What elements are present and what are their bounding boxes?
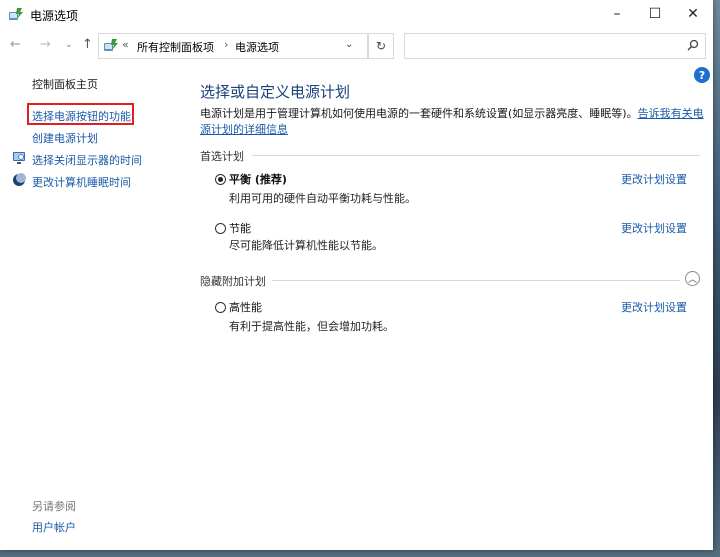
plan-high-performance-radio[interactable] <box>215 302 226 313</box>
preferred-plans-header: 首选计划 <box>200 150 244 163</box>
hidden-plans-header[interactable]: 隐藏附加计划 <box>200 273 266 289</box>
window-title: 电源选项 <box>30 9 79 23</box>
page-title: 选择或自定义电源计划 <box>200 83 351 101</box>
help-icon[interactable]: ? <box>694 67 710 83</box>
sidebar-item-power-button-function[interactable]: 选择电源按钮的功能 <box>32 108 131 124</box>
see-also-heading: 另请参阅 <box>32 500 76 513</box>
plan-power-saver-name[interactable]: 节能 <box>229 220 251 236</box>
recent-locations-button[interactable]: ⌄ <box>65 40 73 50</box>
back-button[interactable]: ← <box>10 37 21 52</box>
search-icon[interactable] <box>687 39 699 54</box>
plan-power-saver-desc: 尽可能降低计算机性能以节能。 <box>229 239 383 252</box>
hidden-divider <box>272 280 680 281</box>
content-area: 控制面板主页 选择电源按钮的功能 创建电源计划 选择关闭显示器的时间 更改计算机… <box>0 62 713 550</box>
plan-balanced-radio[interactable] <box>215 174 226 185</box>
minimize-button[interactable]: – <box>598 0 636 28</box>
power-options-window: 电源选项 – ☐ ✕ ← → ⌄ ↑ « 所有控制面板项 › 电源选项 ⌄ ↻ <box>0 0 713 550</box>
plan-high-performance-name[interactable]: 高性能 <box>229 299 262 315</box>
sidebar-item-sleep-time[interactable]: 更改计算机睡眠时间 <box>32 174 131 190</box>
monitor-icon <box>12 151 26 165</box>
forward-button[interactable]: → <box>40 37 51 52</box>
control-panel-icon <box>103 38 119 54</box>
breadcrumb-overflow[interactable]: « <box>122 38 129 51</box>
breadcrumb-all-control-panel-items[interactable]: 所有控制面板项 <box>137 39 214 55</box>
sidebar-item-display-off-time[interactable]: 选择关闭显示器的时间 <box>32 152 142 168</box>
navigation-bar: ← → ⌄ ↑ « 所有控制面板项 › 电源选项 ⌄ ↻ <box>0 30 713 60</box>
breadcrumb-separator-icon[interactable]: › <box>224 38 228 51</box>
refresh-button[interactable]: ↻ <box>368 33 394 59</box>
plan-power-saver-radio[interactable] <box>215 223 226 234</box>
plan-power-saver-settings-link[interactable]: 更改计划设置 <box>621 220 687 236</box>
plan-balanced-desc: 利用可用的硬件自动平衡功耗与性能。 <box>229 192 416 205</box>
chevron-down-icon[interactable]: ⌄ <box>345 39 353 50</box>
search-input[interactable] <box>404 33 706 59</box>
main-pane: ? 选择或自定义电源计划 电源计划是用于管理计算机如何使用电源的一套硬件和系统设… <box>185 62 713 550</box>
breadcrumb-power-options[interactable]: 电源选项 <box>235 39 279 55</box>
power-options-app-icon <box>8 6 24 22</box>
preferred-divider <box>252 155 700 156</box>
plan-balanced-name[interactable]: 平衡 (推荐) <box>229 171 287 187</box>
description-text: 电源计划是用于管理计算机如何使用电源的一套硬件和系统设置(如显示器亮度、睡眠等)… <box>200 107 638 120</box>
page-description: 电源计划是用于管理计算机如何使用电源的一套硬件和系统设置(如显示器亮度、睡眠等)… <box>200 106 705 138</box>
close-button[interactable]: ✕ <box>674 0 712 28</box>
up-button[interactable]: ↑ <box>82 37 93 52</box>
sidebar-item-create-power-plan[interactable]: 创建电源计划 <box>32 130 98 146</box>
plan-high-performance-settings-link[interactable]: 更改计划设置 <box>621 299 687 315</box>
moon-icon <box>12 173 26 187</box>
user-accounts-link[interactable]: 用户帐户 <box>32 519 76 535</box>
collapse-hidden-plans-button[interactable]: ︿ <box>685 271 700 286</box>
title-bar[interactable]: 电源选项 – ☐ ✕ <box>0 0 713 28</box>
control-panel-home-link[interactable]: 控制面板主页 <box>32 76 98 92</box>
maximize-button[interactable]: ☐ <box>636 0 674 28</box>
address-bar[interactable]: « 所有控制面板项 › 电源选项 ⌄ <box>98 33 368 59</box>
task-pane: 控制面板主页 选择电源按钮的功能 创建电源计划 选择关闭显示器的时间 更改计算机… <box>0 62 185 550</box>
plan-balanced-settings-link[interactable]: 更改计划设置 <box>621 171 687 187</box>
plan-high-performance-desc: 有利于提高性能，但会增加功耗。 <box>229 320 394 333</box>
